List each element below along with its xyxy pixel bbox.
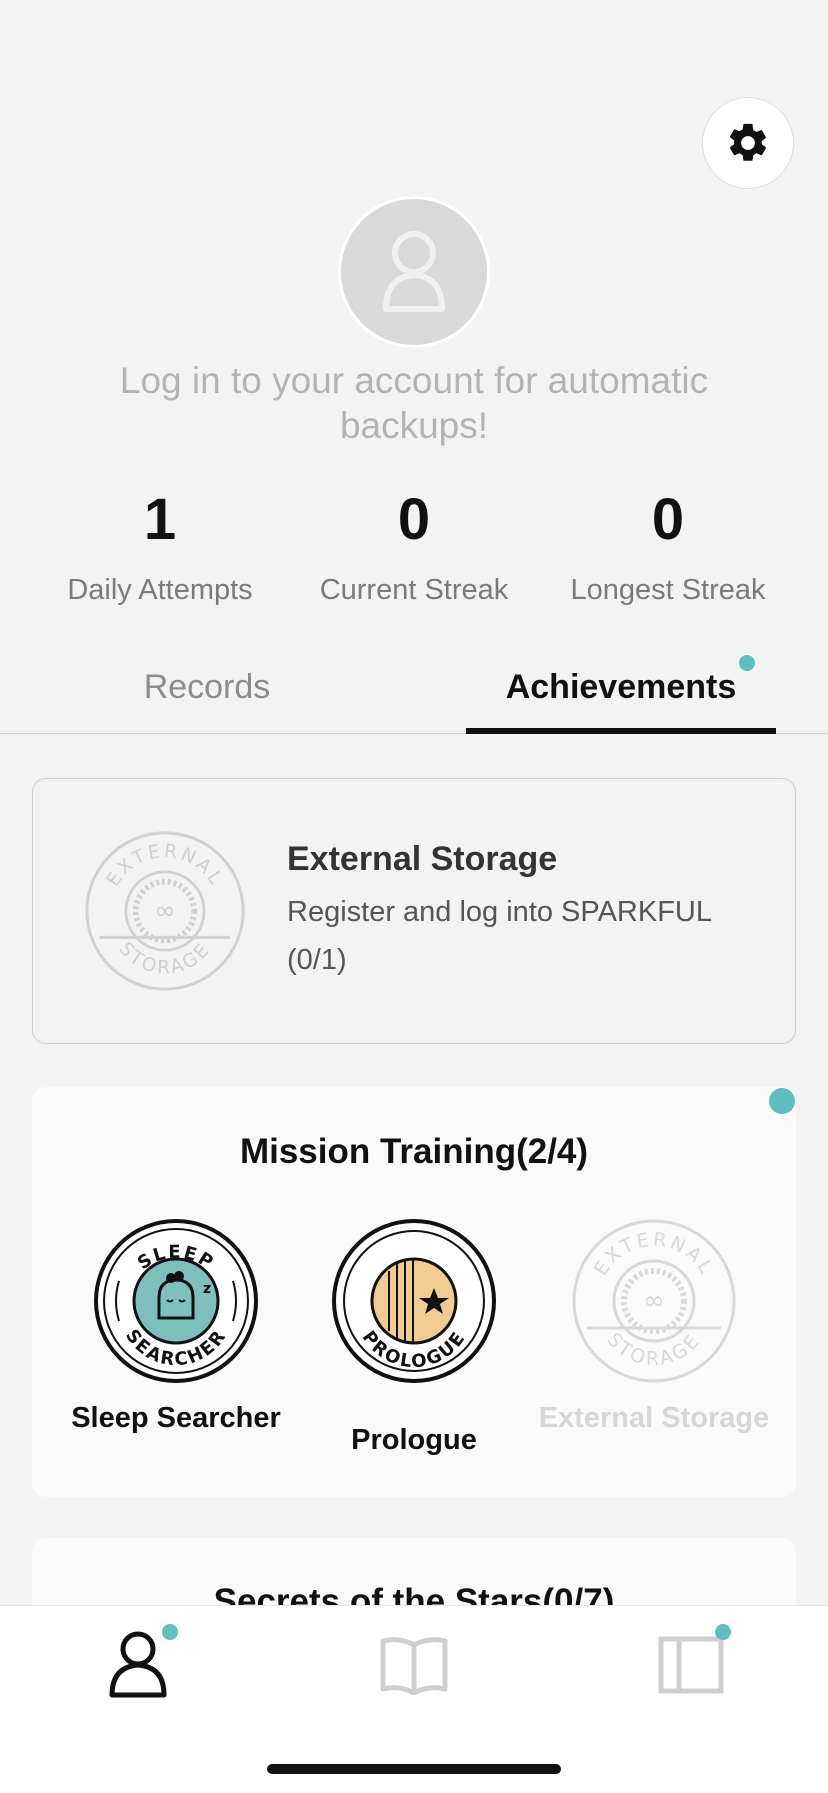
prologue-badge-icon[interactable]: PROLOGUE	[329, 1216, 499, 1386]
notification-dot	[715, 1624, 731, 1640]
badge-label-external-storage: External Storage	[538, 1402, 770, 1434]
tab-records[interactable]: Records	[0, 660, 414, 714]
external-storage-badge-icon[interactable]: ∞ EXTERNAL STORAGE	[569, 1216, 739, 1386]
gear-icon	[729, 123, 766, 161]
tab-achievements[interactable]: Achievements	[414, 660, 828, 714]
notification-dot	[162, 1624, 178, 1640]
settings-button[interactable]	[702, 97, 794, 189]
profile-icon	[109, 1631, 167, 1698]
stat-longest-streak: 0 Longest Streak	[539, 485, 797, 607]
active-tab-indicator	[466, 728, 776, 734]
stat-value: 0	[397, 487, 431, 552]
panel-icon	[658, 1636, 724, 1694]
mission-training-title: Mission Training(2/4)	[239, 1132, 589, 1171]
svg-text:STORAGE: STORAGE	[603, 1329, 706, 1370]
svg-text:STORAGE: STORAGE	[115, 939, 216, 979]
stat-label: Daily Attempts	[67, 574, 253, 606]
home-indicator	[267, 1764, 561, 1774]
svg-text:∞: ∞	[154, 895, 175, 925]
notification-dot	[769, 1088, 795, 1114]
stat-daily-attempts: 1 Daily Attempts	[31, 485, 289, 607]
svg-text:∞: ∞	[643, 1286, 665, 1316]
stat-label: Longest Streak	[570, 574, 766, 606]
nav-journal[interactable]	[364, 1625, 464, 1705]
badge-label-prologue: Prologue	[351, 1424, 477, 1456]
achievement-description: Register and log into SPARKFUL (0/1)	[287, 896, 711, 976]
user-icon	[383, 231, 445, 312]
book-icon	[380, 1637, 448, 1695]
notification-dot	[739, 655, 755, 671]
svg-text:z: z	[203, 1281, 211, 1297]
external-storage-badge-icon: ∞ EXTERNAL STORAGE	[85, 831, 245, 991]
stat-value: 1	[143, 487, 177, 552]
svg-text:EXTERNAL: EXTERNAL	[103, 841, 227, 890]
stat-value: 0	[651, 487, 685, 552]
stat-label: Current Streak	[319, 574, 509, 606]
sleep-searcher-badge-icon[interactable]: z SLEEP SEARCHER	[91, 1216, 261, 1386]
badge-label-sleep-searcher: Sleep Searcher	[71, 1402, 281, 1434]
achievement-title: External Storage	[287, 840, 558, 878]
avatar[interactable]	[338, 196, 490, 348]
login-prompt[interactable]: Log in to your account for automatic bac…	[60, 358, 768, 448]
stat-current-streak: 0 Current Streak	[285, 485, 543, 607]
